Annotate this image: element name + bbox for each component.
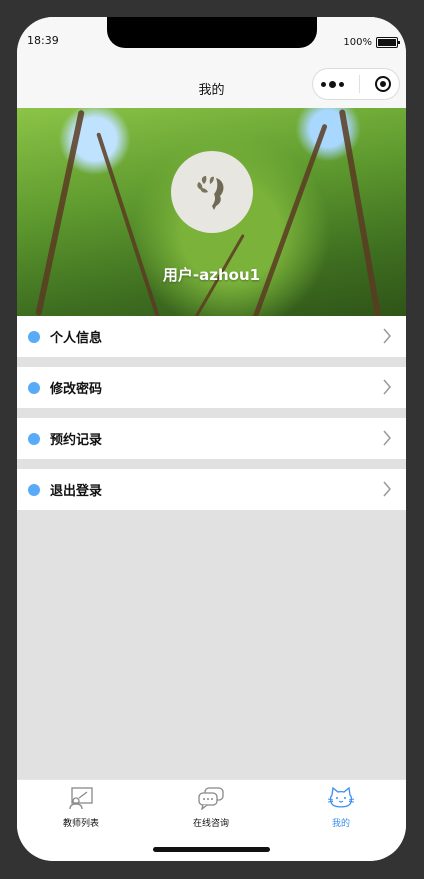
tree-branch [35,109,85,316]
battery-text: 100% [343,37,372,48]
tab-label: 我的 [331,819,350,829]
phone-frame: 18:39 100% 我的 用户-azhou1 个人信息 修改密码 预约记录 退… [17,17,406,861]
chat-bubbles-icon [198,787,224,811]
menu-item-change-password[interactable]: 修改密码 [17,367,406,408]
profile-header: 用户-azhou1 [17,108,406,316]
close-miniapp-icon[interactable] [375,76,392,92]
tab-online-consult[interactable]: 在线咨询 [161,786,261,829]
chevron-right-icon [383,430,391,446]
menu-item-label: 个人信息 [50,331,103,346]
cat-face-icon [327,786,355,808]
menu-item-label: 退出登录 [50,484,103,499]
more-menu-icon[interactable] [320,80,344,88]
teacher-board-icon [69,787,93,810]
tab-teacher-list[interactable]: 教师列表 [31,786,131,829]
bullet-dot-icon [28,483,40,496]
navigation-bar: 我的 [17,67,406,108]
menu-item-label: 修改密码 [50,382,103,397]
menu-item-label: 预约记录 [50,433,103,448]
face-leaves-logo-icon [197,176,224,210]
username-label: 用户-azhou1 [162,266,261,284]
battery-indicator: 100% [343,37,400,48]
avatar[interactable] [171,151,253,233]
miniapp-capsule [312,68,400,100]
device-notch [107,17,317,48]
profile-menu: 个人信息 修改密码 预约记录 退出登录 [17,316,406,520]
menu-item-logout[interactable]: 退出登录 [17,469,406,510]
capsule-divider [358,75,360,93]
tab-mine[interactable]: 我的 [291,786,391,829]
status-time: 18:39 [27,34,59,47]
bullet-dot-icon [28,330,40,343]
menu-item-personal-info[interactable]: 个人信息 [17,316,406,357]
tree-branch [96,132,162,316]
tree-branch [251,123,328,316]
tab-label: 教师列表 [62,819,99,829]
bullet-dot-icon [28,381,40,394]
bullet-dot-icon [28,432,40,445]
chevron-right-icon [383,481,391,497]
chevron-right-icon [383,328,391,344]
chevron-right-icon [383,379,391,395]
battery-icon [376,37,400,48]
home-indicator [153,847,270,852]
menu-item-appointments[interactable]: 预约记录 [17,418,406,459]
tab-label: 在线咨询 [192,819,229,829]
